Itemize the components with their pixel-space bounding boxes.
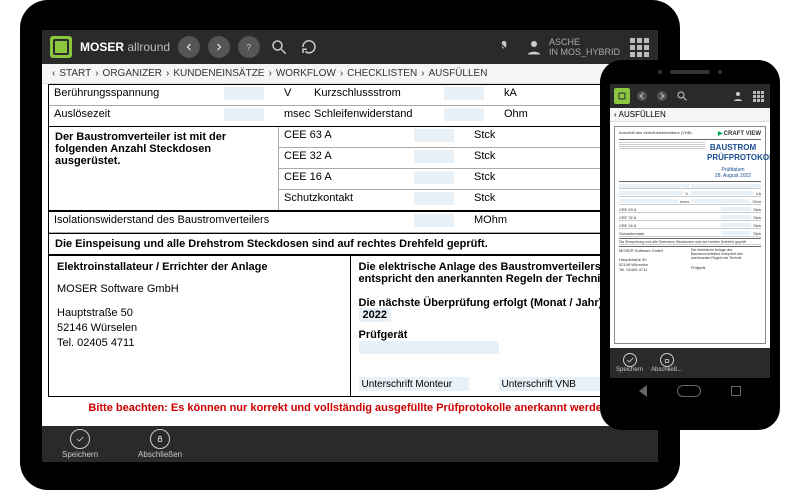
- input-field[interactable]: [444, 87, 484, 100]
- input-field[interactable]: [224, 87, 264, 100]
- signature-vnb[interactable]: Unterschrift VNB: [499, 377, 609, 391]
- save-button[interactable]: Speichern: [616, 353, 643, 373]
- year-input[interactable]: 2022: [359, 308, 391, 322]
- apps-grid-icon[interactable]: [628, 36, 650, 58]
- phone-screen: ‹ AUSFÜLLEN Anschrift des Verteilnetzbet…: [610, 84, 770, 378]
- user-icon[interactable]: [730, 88, 746, 104]
- validation-notice: Bitte beachten: Es können nur korrekt un…: [48, 397, 652, 418]
- android-nav: [610, 382, 770, 400]
- breadcrumb-item[interactable]: START: [59, 68, 91, 79]
- app-title: MOSER allround: [80, 40, 170, 54]
- save-button[interactable]: Speichern: [62, 429, 98, 459]
- mic-muted-icon[interactable]: [493, 36, 515, 58]
- refresh-icon[interactable]: [298, 36, 320, 58]
- breadcrumb-item[interactable]: KUNDENEINSÄTZE: [173, 68, 264, 79]
- tablet-device: MOSER allround ? ASCHEIN MOS_HYBRID ‹ ST…: [20, 0, 680, 490]
- breadcrumb-item[interactable]: ORGANIZER: [103, 68, 162, 79]
- input-field[interactable]: [414, 171, 454, 184]
- breadcrumb-item[interactable]: CHECKLISTEN: [347, 68, 417, 79]
- measurement-row: Berührungsspannung V Kurzschlussstrom kA: [49, 85, 651, 106]
- input-field[interactable]: [414, 150, 454, 163]
- phone-bottom-toolbar: Speichern Abschließ...: [610, 348, 770, 378]
- breadcrumb-item[interactable]: WORKFLOW: [276, 68, 336, 79]
- tablet-screen: MOSER allround ? ASCHEIN MOS_HYBRID ‹ ST…: [42, 30, 658, 462]
- app-logo-icon: [50, 36, 72, 58]
- app-topbar: MOSER allround ? ASCHEIN MOS_HYBRID: [42, 30, 658, 64]
- craftview-logo: ▶CRAFT VIEW: [718, 130, 761, 137]
- phone-breadcrumb: ‹ AUSFÜLLEN: [610, 108, 770, 122]
- input-field[interactable]: [444, 108, 484, 121]
- search-icon[interactable]: [268, 36, 290, 58]
- drehfeld-statement: Die Einspeisung und alle Drehstrom Steck…: [49, 233, 651, 255]
- android-home[interactable]: [677, 385, 701, 397]
- breadcrumb-item[interactable]: AUSFÜLLEN: [429, 68, 488, 79]
- user-menu[interactable]: ASCHEIN MOS_HYBRID: [523, 36, 620, 58]
- input-field[interactable]: [224, 108, 264, 121]
- search-icon[interactable]: [674, 88, 690, 104]
- user-icon: [523, 36, 545, 58]
- android-recent[interactable]: [731, 386, 741, 396]
- finish-button[interactable]: Abschließen: [138, 429, 182, 459]
- android-back[interactable]: [639, 385, 647, 397]
- phone-topbar: [610, 84, 770, 108]
- help-button[interactable]: ?: [238, 36, 260, 58]
- back-button[interactable]: [634, 88, 650, 104]
- app-logo-icon: [614, 88, 630, 104]
- forward-button[interactable]: [654, 88, 670, 104]
- forward-button[interactable]: [208, 36, 230, 58]
- apps-grid-icon[interactable]: [750, 88, 766, 104]
- input-field[interactable]: [414, 192, 454, 205]
- signature-monteur[interactable]: Unterschrift Monteur: [359, 377, 469, 391]
- breadcrumb-back[interactable]: ‹: [52, 68, 55, 79]
- phone-doc-preview[interactable]: Anschrift des Verteilnetzbetreibers (VNB…: [610, 122, 770, 348]
- isolation-row: Isolationswiderstand des Baustromverteil…: [49, 211, 651, 233]
- breadcrumb: ‹ START › ORGANIZER › KUNDENEINSÄTZE › W…: [42, 64, 658, 84]
- finish-button[interactable]: Abschließ...: [651, 353, 682, 373]
- phone-device: ‹ AUSFÜLLEN Anschrift des Verteilnetzbet…: [600, 60, 780, 430]
- installer-block: Elektroinstallateur / Errichter der Anla…: [49, 255, 651, 396]
- input-field[interactable]: [414, 214, 454, 227]
- device-input[interactable]: [359, 341, 499, 354]
- measurement-row: Auslösezeit msec Schleifenwiderstand Ohm: [49, 106, 651, 127]
- breadcrumb-back[interactable]: ‹: [614, 110, 617, 119]
- sockets-block: Der Baustromverteiler ist mit der folgen…: [49, 127, 651, 211]
- bottom-toolbar: Speichern Abschließen: [42, 426, 658, 462]
- form-content: Berührungsspannung V Kurzschlussstrom kA…: [42, 84, 658, 426]
- input-field[interactable]: [414, 129, 454, 142]
- svg-text:?: ?: [247, 43, 252, 52]
- back-button[interactable]: [178, 36, 200, 58]
